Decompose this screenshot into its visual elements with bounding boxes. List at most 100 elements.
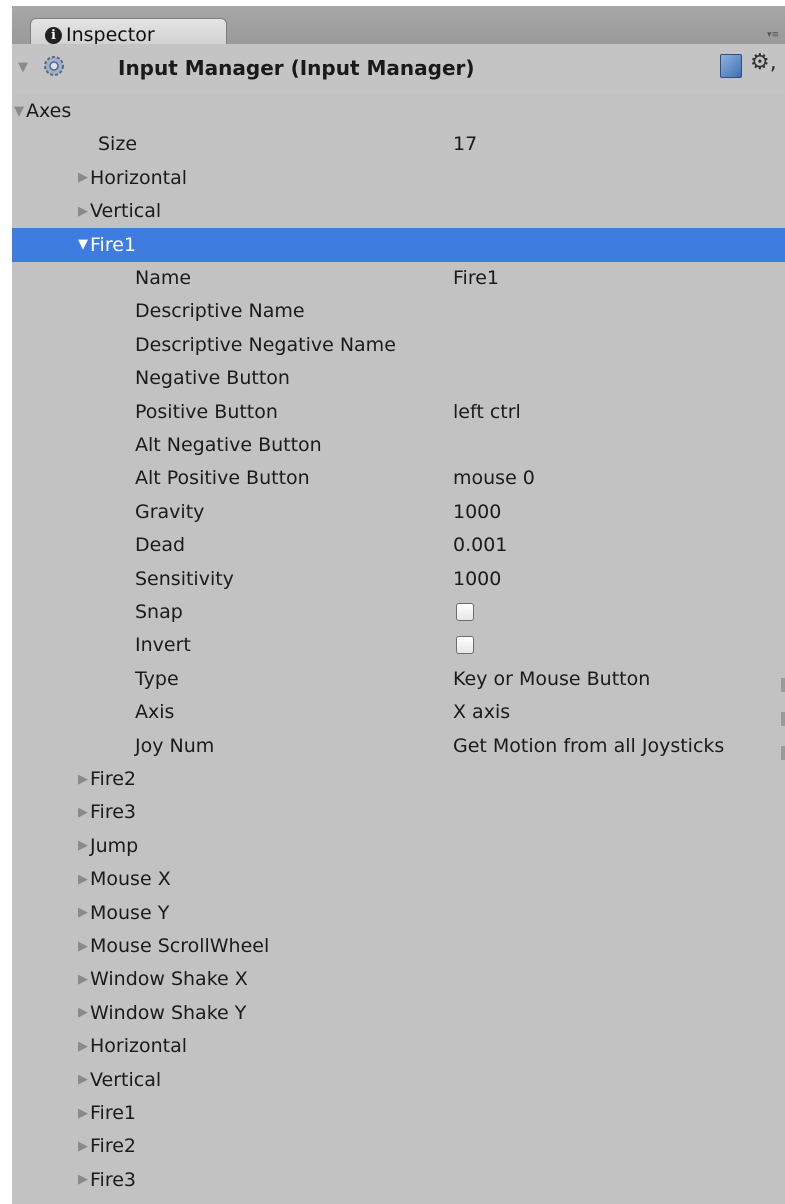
property-row: Name Fire1 [12,261,785,295]
property-row: Snap [12,595,785,629]
dropdown-edge[interactable] [781,712,785,726]
property-label: Descriptive Name [135,300,305,323]
property-row: Negative Button [12,361,785,395]
axis-item[interactable]: ▶ Vertical [12,194,785,228]
help-book-icon[interactable] [720,54,742,78]
panel-menu-icon[interactable]: ▾≡ [767,30,781,40]
axis-item-label: Vertical [90,1068,162,1091]
collapsed-arrow-icon[interactable]: ▶ [78,772,88,787]
property-row: Joy Num Get Motion from all Joysticks [12,729,785,763]
property-value[interactable]: 0.001 [453,534,507,556]
property-row: Positive Button left ctrl [12,395,785,429]
axis-item[interactable]: ▶ Fire3 [12,795,785,829]
axis-item[interactable]: ▶Jump [12,829,785,863]
axis-item-label: Window Shake Y [90,1001,247,1024]
component-header: ▼ Input Manager (Input Manager) ⚙, [12,44,785,94]
property-row: Descriptive Negative Name [12,328,785,362]
collapsed-arrow-icon[interactable]: ▶ [78,905,88,920]
property-row: Descriptive Name [12,294,785,328]
inspector-panel: i Inspector ▾≡ ▼ Input Manager (Input Ma… [0,0,785,1204]
collapsed-arrow-icon[interactable]: ▶ [78,1172,88,1187]
fold-arrow-icon[interactable]: ▼ [18,60,28,75]
collapsed-arrow-icon[interactable]: ▶ [78,805,88,820]
axis-item[interactable]: ▶ Fire2 [12,1129,785,1163]
axis-item-label: Jump [90,834,139,857]
window-edge-left [0,0,12,1204]
dropdown-edge[interactable] [781,746,785,760]
axis-item-label: Fire1 [90,233,136,256]
property-value[interactable]: left ctrl [453,401,521,423]
axis-item[interactable]: ▶ Fire1 [12,1096,785,1130]
collapsed-arrow-icon[interactable]: ▶ [78,1005,88,1020]
property-row: Alt Positive Button mouse 0 [12,461,785,495]
dropdown-edge[interactable] [781,678,785,692]
property-label: Alt Positive Button [135,467,310,490]
property-value[interactable]: mouse 0 [453,467,535,489]
collapsed-arrow-icon[interactable]: ▶ [78,1139,88,1154]
collapsed-arrow-icon[interactable]: ▶ [78,204,88,219]
axis-item[interactable]: ▶ Fire3 [12,1163,785,1197]
axis-item[interactable]: ▶Jump [12,1196,785,1204]
expanded-arrow-icon[interactable]: ▼ [78,237,88,252]
property-label: Sensitivity [135,567,234,590]
window-edge-top [0,0,785,6]
property-row: Gravity 1000 [12,495,785,529]
property-row: Alt Negative Button [12,428,785,462]
property-label: Type [135,667,179,690]
property-label: Axis [135,701,175,724]
collapsed-arrow-icon[interactable]: ▶ [78,1072,88,1087]
axis-item-label: Fire3 [90,1168,136,1191]
axis-item-label: Mouse X [90,868,171,891]
axis-item-label: Horizontal [90,1035,188,1058]
property-row: Sensitivity 1000 [12,562,785,596]
property-row: Invert [12,628,785,662]
axis-item[interactable]: ▶ Mouse X [12,862,785,896]
collapsed-arrow-icon[interactable]: ▶ [78,872,88,887]
property-label: Gravity [135,500,205,523]
axes-label: Axes [26,100,72,122]
axis-item-selected[interactable]: ▼ Fire1 [12,227,785,262]
collapsed-arrow-icon[interactable]: ▶ [78,939,88,954]
property-label: Name [135,267,192,289]
property-label: Positive Button [135,400,278,423]
property-value[interactable]: Get Motion from all Joysticks [453,735,724,757]
axis-item[interactable]: ▶ Window Shake X [12,962,785,996]
property-value[interactable]: Fire1 [453,267,499,289]
property-label: Negative Button [135,367,290,390]
collapsed-arrow-icon[interactable]: ▶ [78,838,88,853]
property-label: Snap [135,601,183,623]
axis-item-label: Horizontal [90,166,188,189]
size-value[interactable]: 17 [453,133,477,155]
checkbox[interactable] [456,636,474,655]
component-title: Input Manager (Input Manager) [118,56,475,80]
property-value[interactable]: 1000 [453,501,501,523]
axis-item[interactable]: ▶ Vertical [12,1063,785,1097]
collapsed-arrow-icon[interactable]: ▶ [78,1106,88,1121]
property-label: Alt Negative Button [135,434,322,456]
collapsed-arrow-icon[interactable]: ▶ [78,972,88,987]
axis-item[interactable]: ▶ Mouse Y [12,896,785,930]
axis-item[interactable]: ▶ Mouse ScrollWheel [12,929,785,963]
collapsed-arrow-icon[interactable]: ▶ [78,1039,88,1054]
axes-foldout[interactable]: ▼ Axes [12,94,785,128]
property-row: Axis X axis [12,695,785,729]
checkbox[interactable] [456,603,474,621]
gear-icon [44,56,64,76]
property-value[interactable]: X axis [453,701,510,723]
axis-item-label: Window Shake X [90,968,248,991]
expanded-arrow-icon[interactable]: ▼ [14,104,24,119]
property-value[interactable]: 1000 [453,568,501,590]
axis-item[interactable]: ▶ Horizontal [12,161,785,195]
property-value[interactable]: Key or Mouse Button [453,668,650,690]
axis-item-label: Vertical [90,200,162,223]
settings-gear-icon[interactable]: ⚙, [750,50,777,75]
property-label: Joy Num [135,734,215,757]
axis-item-label: Fire2 [90,768,136,790]
axis-item[interactable]: ▶ Fire2 [12,762,785,796]
axis-item[interactable]: ▶ Horizontal [12,1029,785,1063]
axis-item[interactable]: ▶ Window Shake Y [12,996,785,1030]
axis-item-label: Fire3 [90,801,136,824]
collapsed-arrow-icon[interactable]: ▶ [78,170,88,185]
axis-item-label: Mouse ScrollWheel [90,935,270,957]
size-label: Size [98,133,138,156]
